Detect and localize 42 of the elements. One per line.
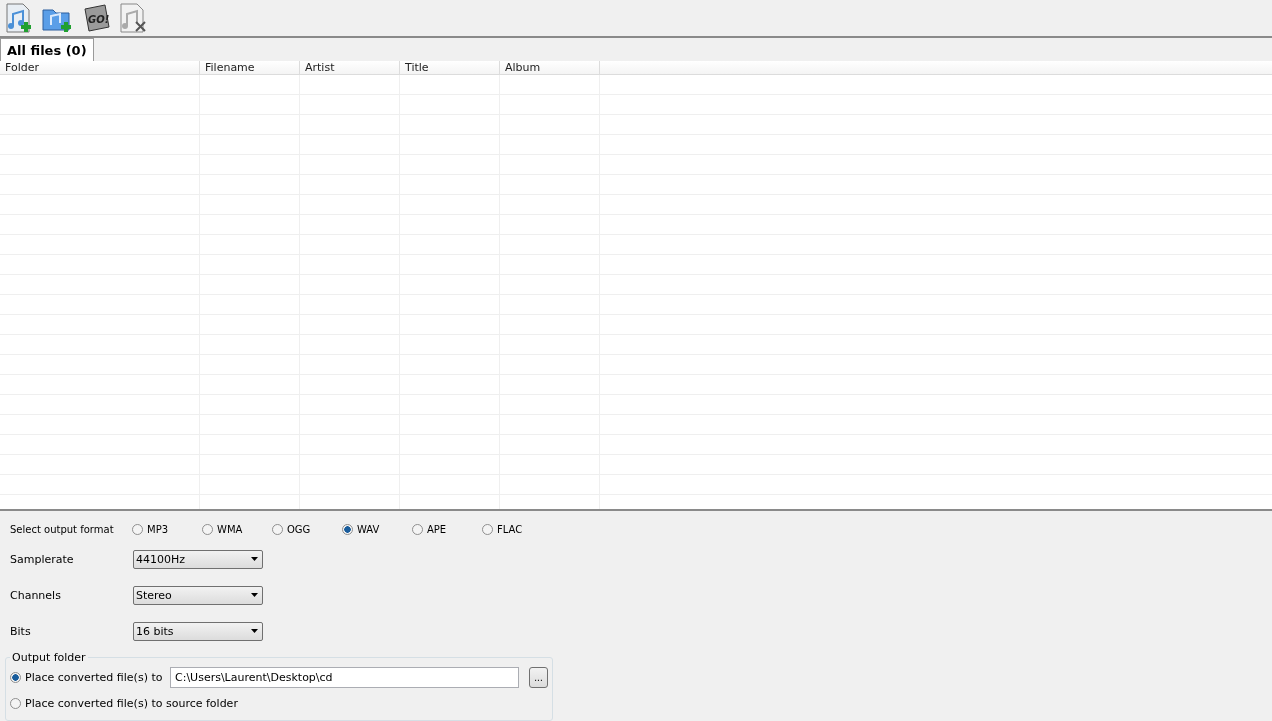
group-title: Output folder	[11, 651, 87, 664]
format-radio[interactable]: FLAC	[482, 523, 552, 535]
dropdown[interactable]: 44100Hz	[133, 549, 263, 569]
format-radio[interactable]: MP3	[132, 523, 202, 535]
radio-dot[interactable]	[272, 523, 283, 535]
browse-button[interactable]: ...	[529, 666, 548, 688]
column-header[interactable]: Folder	[0, 61, 200, 74]
column-header[interactable]: Filename	[200, 61, 300, 74]
dropdown[interactable]: 16 bits	[133, 621, 263, 641]
caret-icon	[251, 629, 258, 633]
radio-dot[interactable]	[202, 523, 213, 535]
radio-label: APE	[427, 523, 447, 535]
setting-label: Samplerate	[10, 552, 75, 566]
path-field[interactable]: C:\Users\Laurent\Desktop\cd	[170, 666, 519, 688]
format-radio[interactable]: WMA	[202, 523, 272, 535]
column-header[interactable]: Title	[400, 61, 500, 74]
radio-label: OGG	[287, 523, 311, 535]
format-radio[interactable]: APE	[412, 523, 482, 535]
format-radio[interactable]: OGG	[272, 523, 342, 535]
radio-dot[interactable]	[10, 697, 21, 709]
column-header[interactable]: Album	[500, 61, 600, 74]
radio-label: WMA	[217, 523, 243, 535]
setting-label: Bits	[10, 624, 32, 638]
music-file-add-icon	[4, 1, 34, 34]
toolbar-button[interactable]: GO!	[78, 0, 112, 35]
radio-dot[interactable]	[132, 523, 143, 535]
radio-label: MP3	[147, 523, 169, 535]
caret-icon	[251, 557, 258, 561]
music-file-remove-icon	[118, 1, 148, 34]
radio-dot[interactable]	[412, 523, 423, 535]
dropdown[interactable]: Stereo	[133, 585, 263, 605]
radio-dot[interactable]	[482, 523, 493, 535]
format-radio[interactable]: WAV	[342, 523, 412, 535]
radio-label: WAV	[357, 523, 380, 535]
column-header[interactable]: Artist	[300, 61, 400, 74]
setting-label: Channels	[10, 588, 62, 602]
format-label: Select output format	[10, 523, 115, 535]
caret-icon	[251, 593, 258, 597]
tab[interactable]: All files (0)	[0, 38, 94, 61]
radio-dot[interactable]	[10, 671, 21, 683]
radio-dot[interactable]	[342, 523, 353, 535]
radio-label: FLAC	[497, 523, 523, 535]
